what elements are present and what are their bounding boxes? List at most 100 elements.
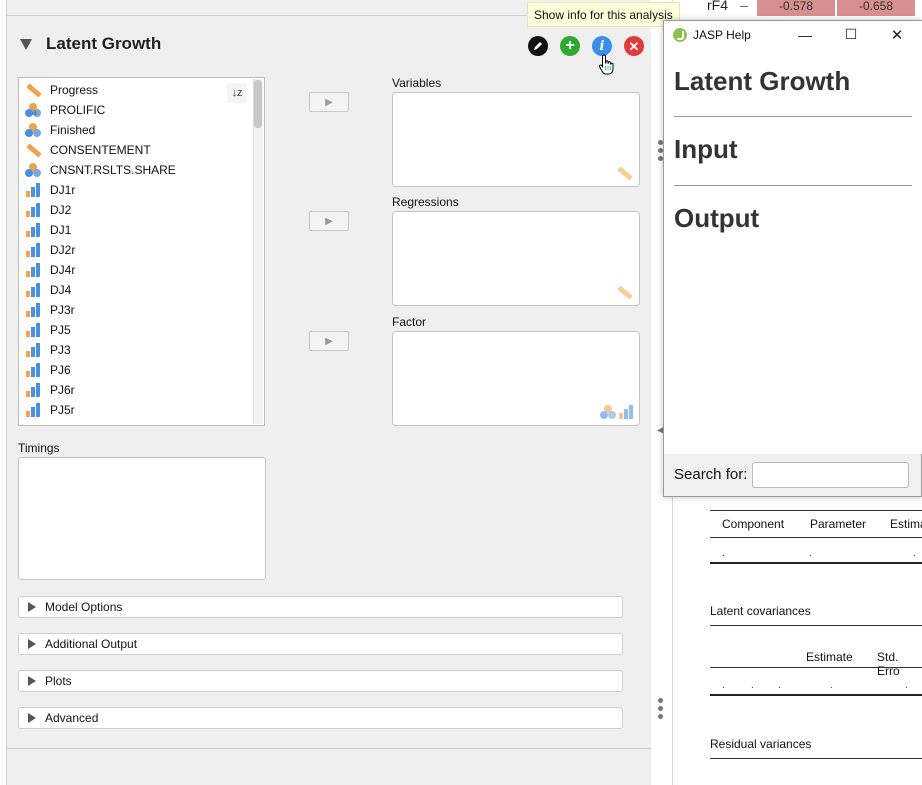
ordinal-variable-icon <box>24 342 42 358</box>
factor-drop-box[interactable] <box>392 331 640 426</box>
scale-hint-icon <box>615 165 633 181</box>
list-item[interactable]: PJ6 <box>24 360 71 380</box>
regressions-box-label: Regressions <box>392 195 459 209</box>
factor-box-label: Factor <box>392 315 427 329</box>
variable-label: Finished <box>50 123 96 137</box>
divider <box>674 116 912 117</box>
variable-label: PJ6r <box>50 383 75 397</box>
maximize-button[interactable]: ☐ <box>836 21 866 48</box>
list-item[interactable]: PJ5 <box>24 320 71 340</box>
help-search-input[interactable] <box>752 462 909 488</box>
remove-analysis-button[interactable]: ✕ <box>624 36 644 56</box>
minimize-icon: — <box>798 26 812 43</box>
minimize-button[interactable]: — <box>790 21 820 48</box>
timings-box-label: Timings <box>18 441 60 455</box>
variable-label: PJ5r <box>50 403 75 417</box>
regressions-drop-box[interactable] <box>392 211 640 306</box>
edit-title-button[interactable] <box>528 36 548 56</box>
ordinal-hint-icon <box>617 404 635 420</box>
hand-cursor-icon <box>598 54 616 81</box>
assign-factor-button[interactable]: ▶ <box>309 331 349 351</box>
section-advanced[interactable]: Advanced <box>18 707 623 729</box>
help-search-label: Search for: <box>674 466 748 483</box>
latent-covariances-title: Latent covariances <box>710 604 811 618</box>
assign-regressions-button[interactable]: ▶ <box>309 211 349 231</box>
section-additional-output[interactable]: Additional Output <box>18 633 623 655</box>
row-label-rf4: rF4 <box>707 0 728 13</box>
list-item[interactable]: DJ1r <box>24 180 75 200</box>
table-header-rule <box>710 667 922 668</box>
variable-label: DJ1r <box>50 183 76 197</box>
list-item[interactable]: CONSENTEMENT <box>24 140 151 160</box>
empty-cell: . <box>905 680 908 691</box>
list-item[interactable]: CNSNT.RSLTS.SHARE <box>24 160 176 180</box>
duplicate-analysis-button[interactable]: + <box>560 36 580 56</box>
list-item[interactable]: DJ2 <box>24 200 71 220</box>
help-content: Latent Growth Input Output <box>664 48 922 454</box>
expand-triangle-icon <box>28 602 36 612</box>
table-header-rule <box>710 537 922 538</box>
empty-cell: . <box>722 548 725 559</box>
variable-label: Progress <box>50 83 99 97</box>
list-item[interactable]: PJ3r <box>24 300 75 320</box>
variables-list-items: Progress PROLIFIC Finished CONSENTEMENT … <box>18 77 253 426</box>
analysis-title[interactable]: Latent Growth <box>46 34 161 54</box>
scale-variable-icon <box>24 82 42 98</box>
close-icon: ✕ <box>628 38 640 54</box>
timings-drop-box[interactable] <box>18 457 266 580</box>
nominal-hint-icon <box>599 404 616 420</box>
help-window-title: JASP Help <box>693 27 751 42</box>
ordinal-variable-icon <box>24 302 42 318</box>
section-label: Plots <box>45 674 72 688</box>
play-arrow-icon: ▶ <box>325 96 333 108</box>
variables-scrollbar[interactable] <box>253 79 263 424</box>
list-item[interactable]: DJ1 <box>24 220 71 240</box>
nominal-variable-icon <box>24 122 42 138</box>
list-item[interactable]: DJ2r <box>24 240 75 260</box>
column-header: Estima <box>890 517 922 531</box>
section-model-options[interactable]: Model Options <box>18 596 623 618</box>
list-item[interactable]: DJ4r <box>24 260 75 280</box>
correlation-cell: -0.578 <box>757 0 835 16</box>
ordinal-variable-icon <box>24 202 42 218</box>
correlation-cell: -0.658 <box>837 0 915 16</box>
empty-cell: . <box>722 680 725 691</box>
list-item[interactable]: PROLIFIC <box>24 100 105 120</box>
variable-label: DJ4r <box>50 263 76 277</box>
variable-label: CNSNT.RSLTS.SHARE <box>50 163 176 177</box>
divider <box>6 748 651 749</box>
section-label: Advanced <box>45 711 99 725</box>
play-arrow-icon: ▶ <box>325 335 333 347</box>
variable-label: PJ3r <box>50 303 75 317</box>
variable-label: PJ6 <box>50 363 71 377</box>
ordinal-variable-icon <box>24 242 42 258</box>
splitter-handle[interactable] <box>658 698 663 722</box>
show-info-button[interactable]: i <box>592 36 612 56</box>
row-dash <box>740 6 748 7</box>
expand-triangle-icon <box>28 639 36 649</box>
variable-label: DJ2r <box>50 243 76 257</box>
list-item[interactable]: PJ6r <box>24 380 75 400</box>
variable-label: CONSENTEMENT <box>50 143 151 157</box>
list-item[interactable]: Finished <box>24 120 95 140</box>
play-arrow-icon: ▶ <box>325 215 333 227</box>
variables-drop-box[interactable] <box>392 92 640 187</box>
table-bottom-rule <box>710 562 922 564</box>
nominal-variable-icon <box>24 162 42 178</box>
list-item[interactable]: DJ4 <box>24 280 71 300</box>
list-item[interactable]: PJ5r <box>24 400 75 420</box>
scale-hint-icon <box>615 284 633 300</box>
section-plots[interactable]: Plots <box>18 670 623 692</box>
nominal-text-variable-icon <box>24 102 42 118</box>
collapse-triangle-icon[interactable] <box>20 39 32 50</box>
variable-label: PROLIFIC <box>50 103 106 117</box>
help-close-button[interactable]: ✕ <box>882 21 912 48</box>
list-item[interactable]: Progress <box>24 80 98 100</box>
variables-scrollbar-thumb[interactable] <box>254 80 262 128</box>
info-tooltip: Show info for this analysis <box>527 2 680 27</box>
assign-variables-button[interactable]: ▶ <box>309 92 349 112</box>
list-item[interactable]: PJ3 <box>24 340 71 360</box>
ordinal-variable-icon <box>24 262 42 278</box>
plus-icon: + <box>565 37 575 54</box>
variable-label: PJ5 <box>50 323 71 337</box>
